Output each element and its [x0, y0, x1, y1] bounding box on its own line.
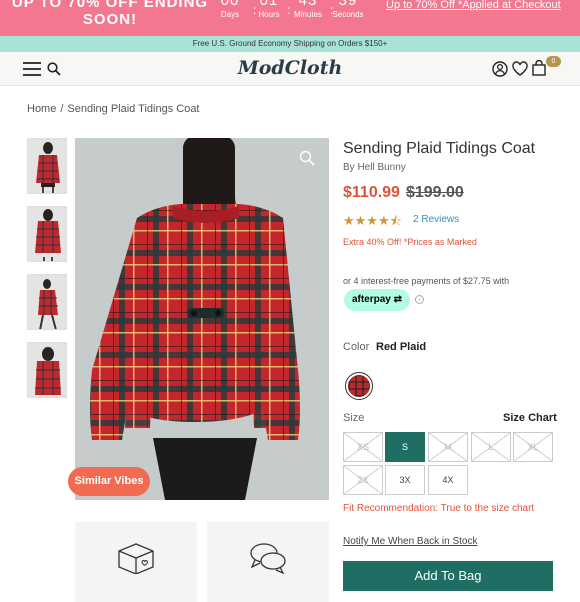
add-to-bag-button[interactable]: Add To Bag [343, 561, 553, 591]
fit-recommendation: Fit Recommendation: True to the size cha… [343, 503, 535, 514]
product-title: Sending Plaid Tidings Coat [343, 140, 536, 157]
installment-text: or 4 interest-free payments of $27.75 wi… [343, 276, 510, 286]
countdown-days-value: 00 [220, 0, 240, 9]
promo-headline: UP TO 70% OFF ENDING SOON! [10, 0, 210, 28]
promo-headline-line-1: UP TO 70% OFF ENDING [11, 0, 209, 11]
product-thumbnail[interactable] [27, 274, 67, 330]
box-heart-icon [117, 542, 155, 579]
heart-icon[interactable] [512, 61, 528, 81]
countdown-hours-unit: Hours [258, 10, 280, 19]
countdown-minutes: 43 Minutes [286, 0, 330, 20]
afterpay-badge[interactable]: afterpay ⇄ [344, 289, 410, 311]
countdown-seconds-value: 39 [338, 0, 358, 9]
swatch-fill [348, 375, 370, 397]
product-price: $110.99 $199.00 [343, 184, 464, 202]
account-icon[interactable] [492, 61, 508, 82]
promo-offer-link[interactable]: Up to 70% Off *Applied at Checkout [386, 0, 561, 11]
info-card-shipping[interactable] [75, 522, 197, 602]
site-header: ModCloth 0 [0, 52, 580, 86]
size-option-4x[interactable]: 4X [428, 465, 468, 495]
info-card-contact[interactable] [207, 522, 329, 602]
breadcrumb-home-link[interactable]: Home [27, 103, 56, 115]
countdown-minutes-unit: Minutes [293, 10, 322, 19]
size-option-2x[interactable]: 2X [343, 465, 383, 495]
countdown-days-unit: Days [220, 10, 240, 19]
notify-back-in-stock-link[interactable]: Notify Me When Back in Stock [343, 536, 478, 547]
color-value: Red Plaid [376, 341, 427, 353]
size-option-l[interactable]: L [471, 432, 511, 462]
countdown-days: 00 Days [208, 0, 252, 20]
similar-vibes-button[interactable]: Similar Vibes [68, 467, 150, 496]
size-option-3x[interactable]: 3X [385, 465, 425, 495]
breadcrumb: Home / Sending Plaid Tidings Coat [27, 103, 200, 115]
afterpay-arrows-icon: ⇄ [390, 294, 403, 305]
product-thumbnail[interactable] [27, 342, 67, 398]
size-chart-link[interactable]: Size Chart [503, 412, 557, 424]
product-thumbnail[interactable] [27, 138, 67, 194]
countdown-hours-value: 01 [259, 0, 279, 9]
promo-note: Extra 40% Off! *Prices as Marked [343, 237, 477, 247]
size-label: Size [343, 412, 365, 424]
breadcrumb-current: Sending Plaid Tidings Coat [67, 103, 200, 115]
product-brand[interactable]: By Hell Bunny [343, 162, 406, 173]
product-main-image[interactable] [75, 138, 329, 500]
cart-count-badge: 0 [546, 56, 561, 67]
product-thumbnail[interactable] [27, 206, 67, 262]
color-label: Color [343, 341, 370, 353]
countdown-hours: 01 Hours [247, 0, 291, 20]
shipping-banner[interactable]: Free U.S. Ground Economy Shipping on Ord… [0, 36, 580, 52]
countdown-seconds: 39 Seconds [326, 0, 370, 20]
reviews-link[interactable]: 2 Reviews [413, 214, 459, 225]
promo-headline-line-2: SOON! [82, 11, 138, 28]
afterpay-label: afterpay [351, 294, 391, 305]
shopping-bag-icon[interactable] [532, 59, 546, 81]
color-swatch-red-plaid[interactable] [345, 372, 373, 400]
size-option-xs[interactable]: XS [343, 432, 383, 462]
info-icon[interactable]: i [415, 295, 424, 304]
size-option-s[interactable]: S [385, 432, 425, 462]
sale-price: $110.99 [343, 184, 400, 201]
star-rating[interactable]: ★★★★⯪ [343, 212, 402, 234]
size-option-m[interactable]: M [428, 432, 468, 462]
breadcrumb-separator: / [60, 103, 64, 115]
countdown-minutes-value: 43 [298, 0, 318, 9]
original-price: $199.00 [405, 184, 464, 201]
size-option-xl[interactable]: XL [513, 432, 553, 462]
chat-bubbles-icon [249, 542, 287, 579]
countdown-seconds-unit: Seconds [332, 10, 364, 19]
promo-banner: UP TO 70% OFF ENDING SOON! 00 Days : 01 … [0, 0, 580, 36]
zoom-magnifier-icon[interactable] [299, 150, 315, 171]
